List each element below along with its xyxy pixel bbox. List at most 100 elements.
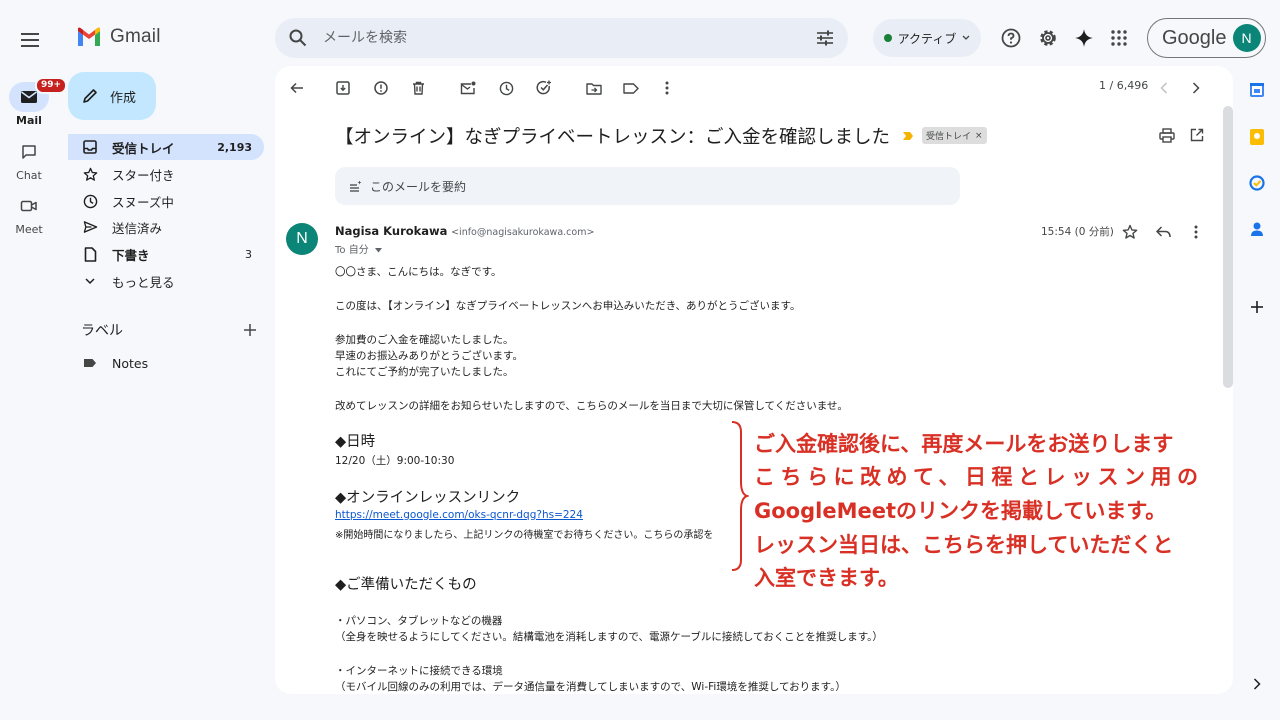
search-input[interactable] — [321, 29, 816, 47]
search-bar[interactable] — [275, 18, 848, 58]
scrollbar-thumb[interactable] — [1223, 106, 1233, 388]
mark-unread-button[interactable] — [458, 78, 478, 98]
print-button[interactable] — [1157, 125, 1177, 145]
clock-icon — [499, 81, 513, 95]
tasks-app-button[interactable] — [1247, 173, 1267, 193]
open-new-window-button[interactable] — [1187, 125, 1207, 145]
chevron-down-icon — [962, 35, 970, 40]
unread-badge: 99+ — [35, 77, 68, 94]
account-button[interactable]: Google N — [1147, 18, 1266, 58]
rail-mail[interactable]: 99+ Mail — [0, 77, 68, 127]
nav-inbox[interactable]: 受信トレイ 2,193 — [68, 134, 264, 160]
gear-icon — [1040, 30, 1056, 46]
search-options-icon[interactable] — [816, 30, 834, 46]
prep-item-1-note: （全身を映せるようにしてください。結構電池を消耗しますので、電源ケーブルに接続し… — [335, 631, 883, 643]
help-button[interactable] — [1000, 27, 1022, 49]
report-spam-button[interactable] — [371, 78, 391, 98]
older-button[interactable] — [1186, 78, 1206, 98]
snooze-button[interactable] — [496, 78, 516, 98]
labels-title: ラベル — [81, 323, 123, 339]
annotation-line-5: 入室できます。 — [750, 563, 903, 595]
newer-button[interactable] — [1154, 78, 1174, 98]
reply-icon — [1155, 226, 1171, 238]
nav-drafts-label: 下書き — [112, 247, 150, 263]
add-task-icon — [536, 80, 551, 95]
apps-grid-icon — [1111, 30, 1127, 46]
calendar-icon — [1250, 83, 1264, 97]
nav-sent[interactable]: 送信済み — [68, 214, 264, 240]
meet-link[interactable]: https://meet.google.com/oks-qcnr-dqg?hs=… — [335, 509, 583, 521]
summarize-button[interactable]: このメールを要約 — [335, 167, 960, 205]
help-icon — [1001, 28, 1021, 48]
nav-starred[interactable]: スター付き — [68, 161, 264, 187]
trash-icon — [412, 81, 424, 95]
nav-sent-label: 送信済み — [112, 220, 163, 236]
nav-drafts[interactable]: 下書き 3 — [68, 241, 264, 267]
waiting-room-note: ※開始時間になりましたら、上記リンクの待機室でお待ちください。こちらの承認を — [335, 530, 714, 541]
chat-icon — [22, 145, 36, 159]
rail-mail-icon-wrap: 99+ — [9, 77, 68, 112]
label-item-notes[interactable]: Notes — [68, 350, 264, 376]
delete-button[interactable] — [408, 78, 428, 98]
remove-label-icon[interactable]: × — [975, 131, 983, 141]
send-icon — [82, 219, 98, 235]
status-label: アクティブ — [897, 31, 957, 46]
inbox-label-chip-text: 受信トレイ — [926, 132, 972, 142]
rail-meet-label: Meet — [15, 223, 43, 236]
prep-item-1: ・パソコン、タブレットなどの機器 — [335, 615, 503, 627]
move-to-button[interactable] — [584, 78, 604, 98]
recipient-details[interactable]: To 自分 — [335, 241, 382, 256]
search-icon[interactable] — [289, 29, 307, 47]
pencil-icon — [83, 89, 97, 103]
rail-meet[interactable]: Meet — [0, 191, 58, 236]
sender-avatar[interactable]: N — [286, 223, 318, 255]
sender-name[interactable]: Nagisa Kurokawa — [335, 224, 447, 238]
nav-snoozed[interactable]: スヌーズ中 — [68, 188, 264, 214]
body-paragraph-3: 改めてレッスンの詳細をお知らせいたしますので、こちらのメールを当日まで大切に保管… — [335, 400, 848, 412]
sender-email: <info@nagisakurokawa.com> — [451, 227, 595, 238]
back-button[interactable] — [287, 78, 307, 98]
video-camera-icon — [20, 200, 37, 212]
more-actions-button[interactable] — [657, 78, 677, 98]
gemini-button[interactable] — [1073, 27, 1095, 49]
keep-app-button[interactable] — [1247, 127, 1267, 147]
nav-more-label: もっと見る — [112, 274, 175, 290]
importance-marker-icon[interactable] — [902, 131, 914, 141]
annotation-line-1: ご入金確認後に、再度メールをお送りします — [750, 429, 1178, 461]
prep-item-2: ・インターネットに接続できる環境 — [335, 665, 503, 677]
compose-button[interactable]: 作成 — [68, 72, 156, 120]
sparkle-icon — [1075, 29, 1093, 47]
settings-button[interactable] — [1037, 27, 1059, 49]
sender-line: Nagisa Kurokawa <info@nagisakurokawa.com… — [335, 224, 594, 238]
labels-button[interactable] — [621, 78, 641, 98]
tasks-icon — [1249, 175, 1265, 191]
status-selector[interactable]: アクティブ — [873, 19, 981, 57]
folder-move-icon — [586, 82, 602, 95]
add-label-button[interactable] — [243, 323, 257, 337]
calendar-app-button[interactable] — [1247, 80, 1267, 100]
gmail-logo[interactable]: Gmail — [76, 26, 161, 48]
inbox-label-chip[interactable]: 受信トレイ × — [922, 127, 987, 144]
annotation-curly-brace — [731, 421, 749, 571]
email-reading-pane: 1 / 6,496 【オンライン】なぎプライベートレッスン：ご入金を確認しました… — [275, 66, 1233, 694]
main-menu-button[interactable] — [14, 24, 46, 56]
rail-chat-label: Chat — [16, 169, 42, 182]
archive-button[interactable] — [333, 78, 353, 98]
section-heading-link: ◆オンラインレッスンリンク — [335, 490, 521, 506]
chevron-right-icon — [1253, 678, 1261, 690]
account-avatar: N — [1232, 24, 1261, 52]
spam-icon — [374, 81, 388, 95]
add-task-button[interactable] — [534, 78, 554, 98]
status-dot-icon — [883, 34, 892, 42]
get-addons-button[interactable] — [1247, 297, 1267, 317]
rail-chat[interactable]: Chat — [0, 137, 58, 182]
message-more-button[interactable] — [1186, 222, 1206, 242]
nav-drafts-count: 3 — [245, 247, 252, 261]
nav-more[interactable]: もっと見る — [68, 268, 264, 294]
contacts-app-button[interactable] — [1247, 219, 1267, 239]
label-tag-icon — [82, 355, 98, 371]
show-side-panel-button[interactable] — [1247, 674, 1267, 694]
reply-button[interactable] — [1153, 222, 1173, 242]
apps-button[interactable] — [1108, 27, 1130, 49]
star-button[interactable] — [1120, 222, 1140, 242]
